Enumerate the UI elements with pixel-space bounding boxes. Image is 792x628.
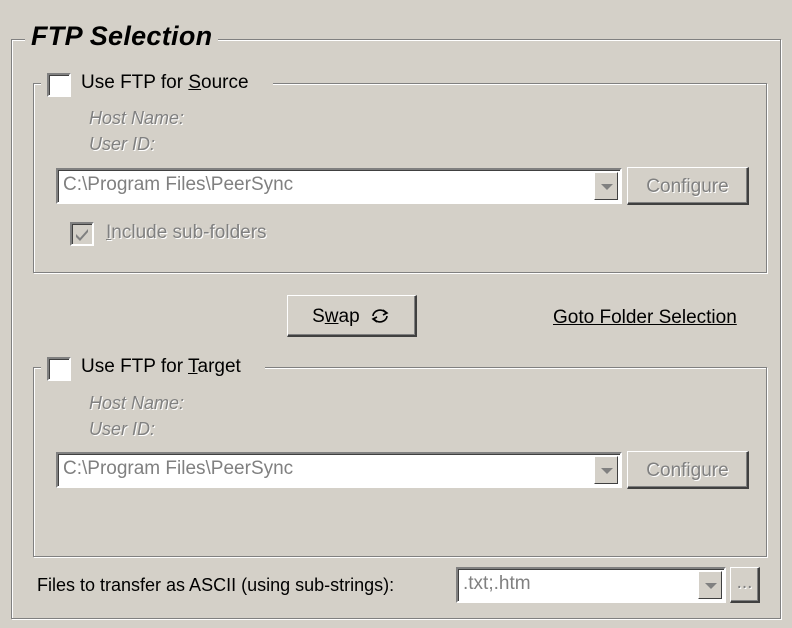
ascii-browse-button[interactable]: ...	[730, 567, 760, 603]
source-configure-button[interactable]: Configure	[627, 167, 749, 205]
swap-button-label: Swap	[288, 306, 415, 328]
chevron-down-icon	[601, 184, 613, 190]
ascii-browse-label: ...	[736, 572, 753, 593]
ftp-selection-title: FTP Selection	[25, 21, 219, 52]
chevron-down-icon	[601, 468, 613, 474]
swap-button[interactable]: Swap	[287, 295, 417, 337]
use-ftp-source-checkbox[interactable]	[47, 73, 71, 97]
target-user-id-label: User ID:	[89, 419, 156, 439]
use-ftp-source-label: Use FTP for Source	[81, 72, 249, 93]
source-path-dropdown-button[interactable]	[594, 172, 618, 200]
ascii-substrings-value: .txt;.htm	[463, 573, 531, 594]
target-host-name-label: Host Name:	[89, 393, 185, 413]
target-path-combobox[interactable]: C:\Program Files\PeerSync	[56, 452, 622, 488]
ascii-substrings-combobox[interactable]: .txt;.htm	[456, 567, 726, 603]
checkmark-icon	[76, 229, 88, 241]
target-configure-button[interactable]: Configure	[627, 451, 749, 489]
target-group-legend[interactable]: Use FTP for Target Use FTP for Target	[41, 355, 265, 381]
use-ftp-target-label: Use FTP for Target	[81, 356, 241, 377]
chevron-down-icon	[705, 583, 717, 589]
source-group-legend[interactable]: Use FTP for Source Use FTP for Source	[41, 71, 273, 97]
source-user-id-label: User ID:	[89, 134, 156, 154]
target-path-dropdown-button[interactable]	[594, 456, 618, 484]
ascii-substrings-dropdown-button[interactable]	[698, 571, 722, 599]
goto-folder-selection-link[interactable]: Goto Folder Selection	[553, 307, 737, 329]
source-host-name-label: Host Name:	[89, 108, 185, 128]
include-subfolders-label: Include sub-folders	[106, 222, 267, 243]
source-path-value: C:\Program Files\PeerSync	[63, 174, 294, 195]
include-subfolders-checkbox[interactable]	[70, 222, 94, 246]
target-configure-label: Configure	[646, 460, 729, 481]
target-path-value: C:\Program Files\PeerSync	[63, 458, 294, 479]
source-path-combobox[interactable]: C:\Program Files\PeerSync	[56, 168, 622, 204]
use-ftp-target-checkbox[interactable]	[47, 357, 71, 381]
ascii-transfer-label: Files to transfer as ASCII (using sub-st…	[37, 575, 395, 595]
source-configure-label: Configure	[646, 176, 729, 197]
swap-arrows-icon	[371, 309, 389, 323]
